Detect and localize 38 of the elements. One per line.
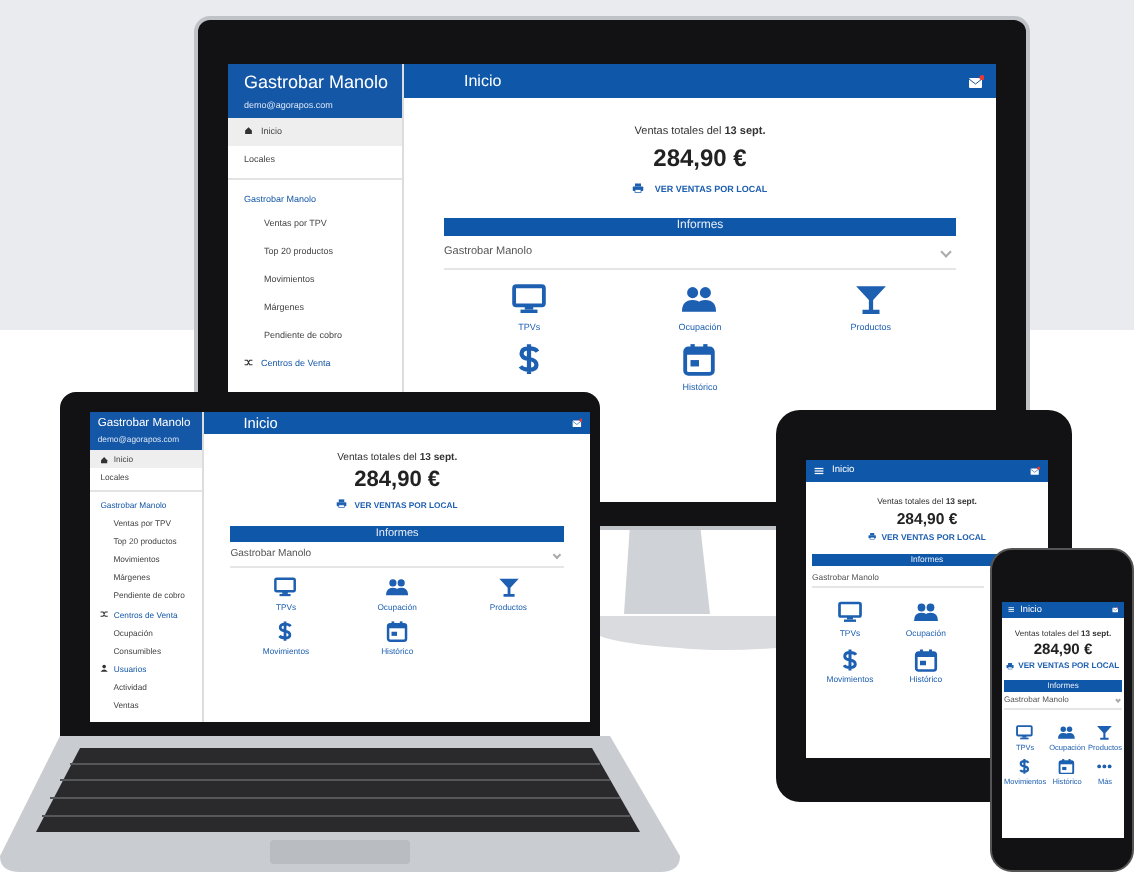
people-icon xyxy=(1058,724,1076,742)
monitor-icon xyxy=(837,600,862,625)
printer-icon xyxy=(632,182,645,194)
brand-name: Gastrobar Manolo xyxy=(244,72,391,96)
calendar-icon xyxy=(1058,758,1076,775)
chevron-icon xyxy=(940,246,952,258)
calendar-icon xyxy=(913,647,938,672)
mail-icon xyxy=(1030,466,1040,476)
monitor-icon xyxy=(512,282,547,316)
monitor-icon xyxy=(1016,724,1034,742)
dollar-icon xyxy=(1016,758,1034,775)
printer-icon xyxy=(868,532,877,542)
mail-icon xyxy=(571,417,583,429)
shuffle-icon xyxy=(244,358,253,368)
dollar-icon xyxy=(274,619,297,642)
sales-total: 284,90 € xyxy=(354,468,441,493)
printer-icon xyxy=(336,498,348,510)
cocktail-glass-icon xyxy=(1096,724,1114,742)
calendar-icon xyxy=(386,619,409,642)
chevron-icon xyxy=(1114,696,1121,703)
sales-total: 284,90 € xyxy=(653,144,747,172)
menu-icon xyxy=(814,466,824,476)
cocktail-glass-icon xyxy=(853,282,888,316)
monitor-icon xyxy=(274,576,297,599)
shuffle-icon xyxy=(100,609,109,619)
menu-icon xyxy=(1007,606,1015,614)
people-icon xyxy=(682,282,717,316)
home-icon xyxy=(100,455,109,464)
cocktail-glass-icon xyxy=(497,576,520,599)
calendar-icon xyxy=(682,342,717,376)
mail-icon xyxy=(968,73,984,89)
person-icon xyxy=(100,664,109,673)
dollar-icon xyxy=(837,647,862,672)
home-icon xyxy=(244,126,253,136)
chevron-icon xyxy=(553,550,562,559)
people-icon xyxy=(913,600,938,625)
people-icon xyxy=(386,576,409,599)
page-title: Inicio xyxy=(464,72,504,90)
